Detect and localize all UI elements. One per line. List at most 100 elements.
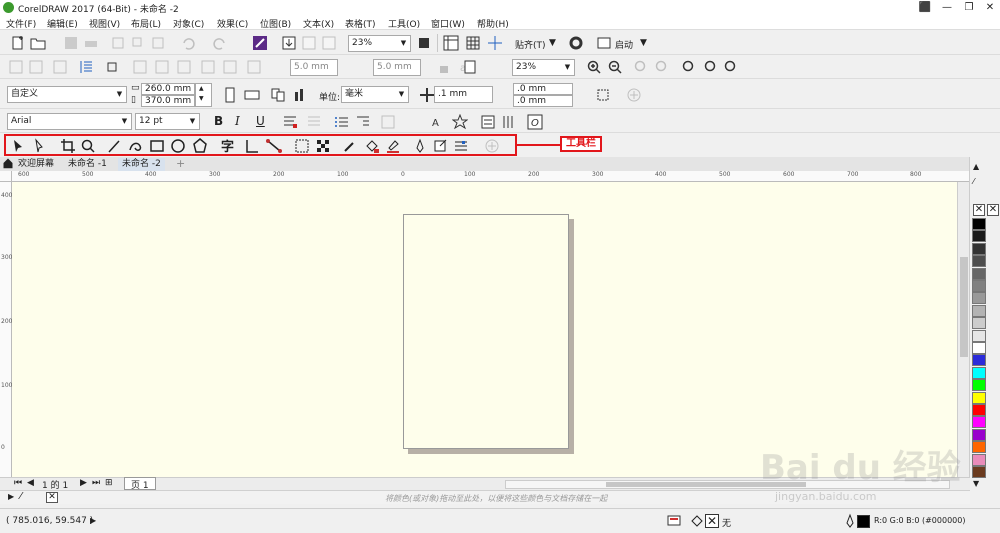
zoom-level-select[interactable]: 23% ▼ [348,35,411,52]
menu-text[interactable]: 文本(X) [303,17,334,30]
zoom-selected-icon[interactable] [633,59,649,75]
zoom-all-icon[interactable] [654,59,670,75]
home-icon[interactable] [2,157,14,169]
palette-down-arrow[interactable]: ▼ [973,479,979,488]
eyedropper-icon[interactable]: ⁄ [20,491,22,502]
save-icon[interactable] [63,35,79,51]
ruler-origin[interactable] [0,171,12,182]
opentype-icon[interactable]: O [527,114,543,130]
snap-dropdown-icon[interactable]: ▼ [549,38,556,48]
tab-untitled-2[interactable]: 未命名 -2 [118,158,165,171]
menu-window[interactable]: 窗口(W) [431,17,465,30]
break-apart-icon[interactable] [176,59,192,75]
page-tab-1[interactable]: 页 1 [124,477,156,491]
next-page-button[interactable]: ▶ [80,478,87,488]
group-icon[interactable] [104,59,120,75]
vertical-scroll-thumb[interactable] [960,257,968,357]
palette-eyedropper-icon[interactable]: ⁄ [973,177,974,186]
new-tab-button[interactable]: + [172,158,189,171]
trim-icon[interactable] [222,59,238,75]
show-grid-icon[interactable] [465,35,481,51]
text-align-icon[interactable] [282,114,298,130]
duplicate-x-field[interactable]: .0 mm [513,83,573,95]
weld-icon[interactable] [200,59,216,75]
palette-color-swatch[interactable] [972,416,986,429]
vertical-text-icon[interactable] [500,114,516,130]
add-page-button[interactable]: ⊞ [105,478,113,488]
palette-color-swatch[interactable] [972,354,986,367]
export-icon[interactable] [301,35,317,51]
zoom-width-icon[interactable] [703,59,719,75]
page-options-icon[interactable] [595,87,611,103]
menu-file[interactable]: 文件(F) [6,17,36,30]
palette-color-swatch[interactable] [972,466,986,478]
align-icon[interactable] [8,59,24,75]
palette-color-swatch[interactable] [972,342,986,354]
nudge-y-field[interactable]: 5.0 mm [373,59,421,76]
redo-icon[interactable] [212,35,228,51]
palette-color-swatch[interactable] [972,404,986,416]
horizontal-ruler[interactable]: 600 500 400 300 200 100 0 100 200 300 40… [12,171,970,182]
open-folder-icon[interactable] [30,35,46,51]
align-2-icon[interactable] [28,59,44,75]
ungroup-icon[interactable] [132,59,148,75]
new-document-icon[interactable] [10,35,26,51]
vertical-scrollbar[interactable] [957,182,969,477]
page-width-field[interactable]: 260.0 mm [141,83,195,95]
nudge-x-field[interactable]: 5.0 mm [290,59,338,76]
italic-button[interactable]: I [235,114,240,128]
palette-color-swatch[interactable] [972,230,986,243]
tab-welcome-screen[interactable]: 欢迎屏幕 [14,158,58,171]
publish-pdf-icon[interactable] [321,35,337,51]
restore-button[interactable]: ❐ [959,0,979,15]
font-size-select[interactable]: 12 pt ▼ [135,113,200,130]
menu-object[interactable]: 对象(C) [173,17,204,30]
palette-expand-icon[interactable]: ▶ [8,492,14,501]
doc-palette-no-color-swatch[interactable]: ✕ [46,492,58,503]
current-page-icon[interactable] [292,87,308,103]
page-height-field[interactable]: 370.0 mm [141,95,195,107]
print-icon[interactable] [83,35,99,51]
portrait-icon[interactable] [222,87,238,103]
palette-color-swatch[interactable] [972,329,986,342]
outline-color-swatch[interactable] [857,515,870,528]
font-family-select[interactable]: Arial ▼ [7,113,132,130]
paste-icon[interactable] [150,35,166,51]
zoom-in-icon[interactable] [586,59,602,75]
fill-none-swatch[interactable]: ✕ [705,514,719,528]
landscape-icon[interactable] [244,87,260,103]
gear-icon[interactable] [568,35,584,51]
cut-icon[interactable] [110,35,126,51]
minimize-button[interactable]: — [937,0,957,15]
menu-layout[interactable]: 布局(L) [131,17,161,30]
zoom-height-icon[interactable] [723,59,739,75]
palette-color-swatch[interactable] [972,428,986,441]
bold-button[interactable]: B [214,114,223,128]
text-style-icon[interactable] [380,114,396,130]
add-icon[interactable] [626,87,642,103]
lock-icon[interactable] [436,59,452,75]
all-pages-icon[interactable] [270,87,286,103]
palette-color-swatch[interactable] [972,255,986,268]
menu-bitmaps[interactable]: 位图(B) [260,17,291,30]
star-icon[interactable] [452,114,468,130]
combine-icon[interactable] [154,59,170,75]
menu-effects[interactable]: 效果(C) [217,17,248,30]
palette-color-swatch[interactable] [972,267,986,280]
tab-untitled-1[interactable]: 未命名 -1 [64,158,111,171]
show-rulers-icon[interactable] [443,35,459,51]
palette-color-swatch[interactable] [972,366,986,379]
drop-cap-icon[interactable] [355,114,371,130]
help-icon[interactable]: ⬛ [915,0,935,15]
no-color-swatch-2[interactable]: ✕ [987,204,999,216]
palette-color-swatch[interactable] [972,391,986,404]
palette-color-swatch[interactable] [972,453,986,466]
menu-edit[interactable]: 编辑(E) [47,17,78,30]
menu-table[interactable]: 表格(T) [345,17,376,30]
palette-color-swatch[interactable] [972,304,986,317]
undo-icon[interactable] [180,35,196,51]
align-3-icon[interactable] [52,59,68,75]
duplicate-y-field[interactable]: .0 mm [513,95,573,107]
prev-page-button[interactable]: ◀ [27,478,34,488]
zoom-level-select-2[interactable]: 23% ▼ [512,59,575,76]
